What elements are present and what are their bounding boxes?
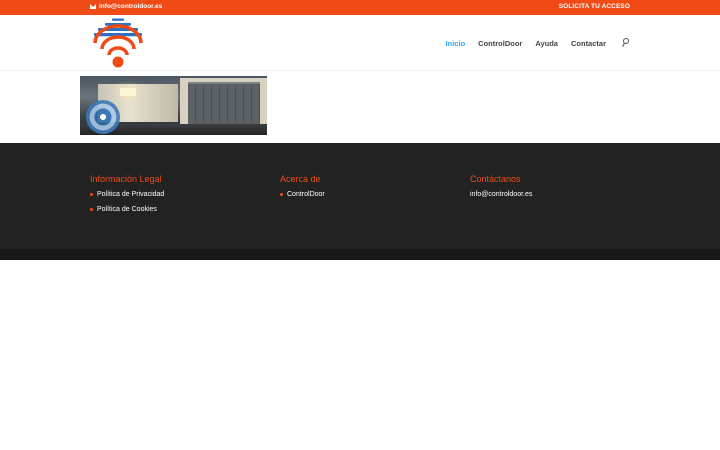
search-icon[interactable] <box>622 38 630 48</box>
footer-about-title: Acerca de <box>280 174 321 184</box>
remote-wheel-graphic <box>86 100 120 134</box>
footer-link-controldoor[interactable]: ControlDoor <box>280 187 325 202</box>
site-header: Inicio ControlDoor Ayuda Contactar <box>0 15 720 71</box>
nav-item-ayuda[interactable]: Ayuda <box>535 39 558 48</box>
footer-column-contact: Contáctanos info@controldoor.es <box>470 174 532 202</box>
main-content <box>0 71 720 143</box>
mail-icon <box>90 4 96 9</box>
bullet-icon <box>280 193 283 196</box>
footer-legal-title: Información Legal <box>90 174 162 184</box>
nav-item-contactar[interactable]: Contactar <box>571 39 606 48</box>
footer-contact-email[interactable]: info@controldoor.es <box>470 187 532 202</box>
site-logo[interactable] <box>93 18 143 68</box>
footer-link-cookies-label: Política de Cookies <box>97 206 157 213</box>
bullet-icon <box>90 193 93 196</box>
footer-bottom-bar <box>0 249 720 260</box>
main-nav: Inicio ControlDoor Ayuda Contactar <box>446 38 630 48</box>
nav-item-controldoor[interactable]: ControlDoor <box>478 39 522 48</box>
footer-column-about: Acerca de ControlDoor <box>280 174 325 202</box>
top-bar: info@controldoor.es SOLICITA TU ACCESO <box>0 0 720 15</box>
footer-link-controldoor-label: ControlDoor <box>287 191 325 198</box>
hero-image-garage-door <box>80 76 267 135</box>
footer-link-privacy-label: Política de Privacidad <box>97 191 165 198</box>
top-email-text: info@controldoor.es <box>99 3 163 10</box>
footer-link-privacy[interactable]: Política de Privacidad <box>90 187 164 202</box>
site-footer: Información Legal Política de Privacidad… <box>0 143 720 249</box>
footer-column-legal: Información Legal Política de Privacidad… <box>90 174 164 217</box>
footer-link-cookies[interactable]: Política de Cookies <box>90 202 164 217</box>
footer-contact-title: Contáctanos <box>470 174 521 184</box>
request-access-link[interactable]: SOLICITA TU ACCESO <box>559 3 630 10</box>
top-email-link[interactable]: info@controldoor.es <box>90 3 162 10</box>
bullet-icon <box>90 208 93 211</box>
nav-item-inicio[interactable]: Inicio <box>446 39 466 48</box>
